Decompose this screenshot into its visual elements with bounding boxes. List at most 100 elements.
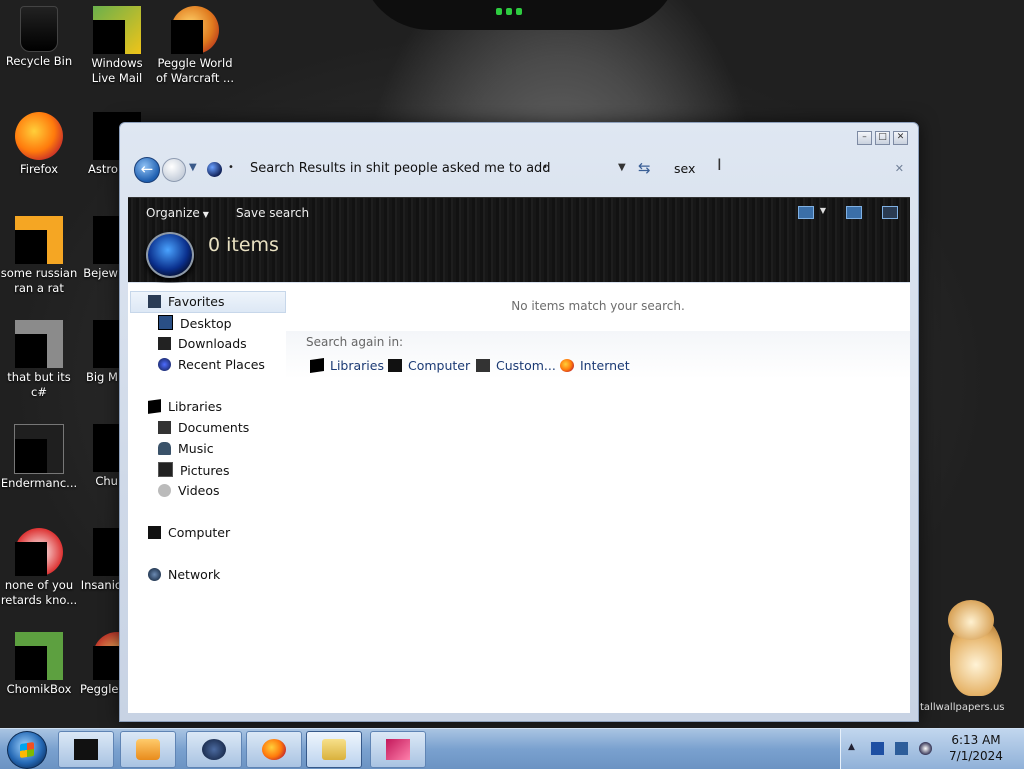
nav-item-label: Desktop: [180, 316, 232, 331]
globe-icon: [202, 739, 226, 760]
maximize-button[interactable]: □: [875, 131, 890, 145]
network-tray-icon[interactable]: [895, 742, 908, 755]
desktop-icon-firefox[interactable]: Firefox: [0, 112, 78, 177]
computer-icon: [148, 526, 161, 539]
nav-item-downloads[interactable]: Downloads: [158, 336, 247, 351]
media-player-icon: [136, 739, 160, 760]
recent-places-icon: [158, 358, 171, 371]
taskbar-clock[interactable]: 6:13 AM 7/1/2024: [941, 732, 1011, 764]
desktop-icon-peggle-wow[interactable]: Peggle World of Warcraft ...: [156, 6, 234, 86]
nav-item-documents[interactable]: Documents: [158, 420, 249, 435]
taskbar: ▲ 6:13 AM 7/1/2024: [0, 728, 1024, 769]
search-input-value[interactable]: sex: [674, 161, 695, 176]
search-again-item-label: Libraries: [330, 358, 384, 373]
taskbar-item-explorer[interactable]: [306, 731, 362, 768]
change-view-icon[interactable]: [797, 206, 814, 219]
nav-item-pictures[interactable]: Pictures: [158, 462, 230, 478]
text-cursor-icon: I: [717, 155, 722, 174]
desktop-icon-label: ChomikBox: [6, 682, 72, 696]
nav-item-favorites[interactable]: Favorites: [148, 294, 224, 309]
search-again-computer[interactable]: Computer: [388, 358, 470, 373]
firefox-icon: [15, 112, 63, 160]
window-controls: – □ ✕: [857, 131, 908, 145]
desktop-icon-label: Windows Live Mail: [91, 56, 143, 85]
search-again-internet[interactable]: Internet: [560, 358, 630, 373]
minimize-button[interactable]: –: [857, 131, 872, 145]
chevron-down-icon: ▼: [202, 210, 209, 219]
nav-item-videos[interactable]: Videos: [158, 483, 220, 498]
show-hidden-icons-icon[interactable]: ▲: [848, 742, 855, 752]
desktop-icon-endermanc[interactable]: Endermanc...: [0, 424, 78, 491]
navigation-pane: Favorites Desktop Downloads Recent Place…: [128, 283, 286, 713]
system-tray: ▲ 6:13 AM 7/1/2024: [840, 729, 1024, 769]
search-again-libraries[interactable]: Libraries: [310, 358, 384, 373]
recycle-bin-icon: [20, 6, 58, 52]
search-again-item-label: Computer: [408, 358, 471, 373]
explorer-window: – □ ✕ ← ▼ • Search Results in shit peopl…: [119, 122, 919, 722]
taskbar-item-app[interactable]: [58, 731, 114, 768]
organize-button[interactable]: Organize ▼: [146, 206, 209, 220]
desktop-icon-label: that but its c#: [7, 370, 71, 399]
desktop-icon-windows-live-mail[interactable]: Windows Live Mail: [78, 6, 156, 86]
custom-location-icon: [476, 359, 490, 372]
computer-icon: [388, 359, 402, 372]
desktop-icon-none-of-you[interactable]: none of you retards kno...: [0, 528, 78, 608]
nav-item-recent-places[interactable]: Recent Places: [158, 357, 265, 372]
clock-time: 6:13 AM: [951, 733, 1001, 747]
recent-pages-dropdown-icon[interactable]: ▼: [189, 162, 197, 173]
desktop-icon-some-russian-ran-a-rat[interactable]: some russian ran a rat: [0, 216, 78, 296]
search-again-custom[interactable]: Custom...: [476, 358, 556, 373]
taskbar-item-media[interactable]: [370, 731, 426, 768]
desktop-icon-chomikbox[interactable]: ChomikBox: [0, 632, 78, 697]
close-button[interactable]: ✕: [893, 131, 908, 145]
libraries-icon: [148, 399, 161, 414]
nav-item-desktop[interactable]: Desktop: [158, 315, 232, 331]
libraries-icon: [310, 358, 324, 373]
music-icon: [158, 442, 171, 455]
tray-app-icon[interactable]: [871, 742, 884, 755]
items-count: 0 items: [208, 234, 279, 256]
favorites-icon: [148, 295, 161, 308]
preview-pane-icon[interactable]: [846, 206, 862, 219]
view-controls: ▼: [797, 206, 898, 219]
address-breadcrumb[interactable]: Search Results in shit people asked me t…: [250, 161, 551, 176]
results-pane: No items match your search. Search again…: [286, 283, 910, 713]
breadcrumb-separator-icon[interactable]: •: [228, 162, 234, 173]
breadcrumb-separator-icon[interactable]: •: [542, 162, 548, 173]
taskbar-item-firefox[interactable]: [246, 731, 302, 768]
network-icon: [148, 568, 161, 581]
nav-item-label: Recent Places: [178, 357, 265, 372]
search-again-item-label: Internet: [580, 358, 630, 373]
taskbar-item-media-player[interactable]: [120, 731, 176, 768]
nav-item-libraries[interactable]: Libraries: [148, 399, 222, 414]
mail-icon: [93, 6, 141, 54]
firefox-icon: [560, 359, 574, 372]
wallpaper-watermark: tallwallpapers.us: [920, 702, 1005, 713]
help-icon[interactable]: [882, 206, 898, 219]
back-button[interactable]: ←: [134, 157, 160, 183]
save-search-button[interactable]: Save search: [236, 206, 309, 220]
search-input[interactable]: sex I ✕: [670, 155, 908, 181]
chevron-down-icon[interactable]: ▼: [820, 206, 826, 219]
address-bar-row: ← ▼ • Search Results in shit people aske…: [130, 153, 908, 187]
command-bar: Organize ▼ Save search ▼ 0 items: [128, 197, 910, 282]
nav-item-label: Videos: [178, 483, 220, 498]
peggle-icon: [171, 6, 219, 54]
refresh-icon[interactable]: ⇆: [638, 159, 651, 177]
nav-item-computer[interactable]: Computer: [148, 525, 230, 540]
volume-icon[interactable]: [919, 742, 932, 755]
folder-icon: [322, 739, 346, 760]
nav-item-label: Music: [178, 441, 214, 456]
nav-item-network[interactable]: Network: [148, 567, 220, 582]
desktop-icon: [158, 315, 173, 330]
desktop-icon-recycle-bin[interactable]: Recycle Bin: [0, 6, 78, 69]
start-button[interactable]: [7, 731, 47, 769]
nav-item-music[interactable]: Music: [158, 441, 214, 456]
address-dropdown-icon[interactable]: ▼: [618, 162, 626, 173]
desktop-icon-label: Firefox: [19, 162, 59, 176]
desktop-icon-that-but-its-csharp[interactable]: that but its c#: [0, 320, 78, 400]
nav-item-label: Documents: [178, 420, 250, 435]
taskbar-item-globe[interactable]: [186, 731, 242, 768]
forward-button[interactable]: [162, 158, 186, 182]
clear-search-icon[interactable]: ✕: [895, 162, 904, 175]
